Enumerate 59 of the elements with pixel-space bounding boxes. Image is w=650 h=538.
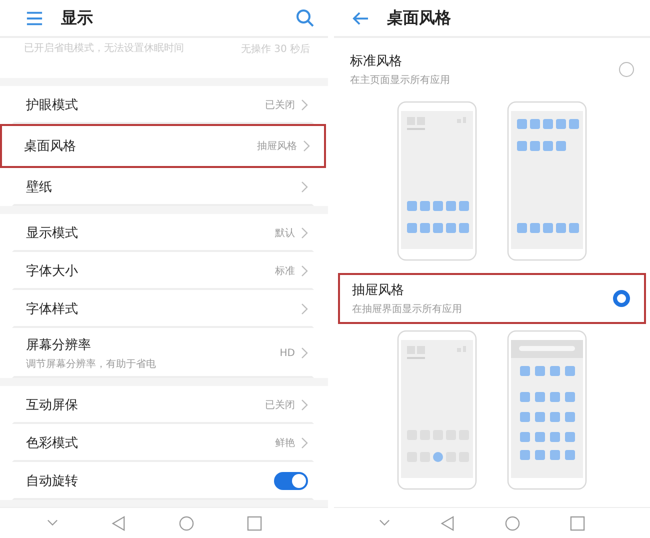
chevron-right-icon [301, 437, 308, 449]
style-option[interactable]: 抽屉风格 在抽屉界面显示所有应用 [338, 273, 646, 324]
settings-row[interactable]: 字体样式 [12, 290, 314, 328]
row-value: 抽屉风格 [257, 140, 297, 153]
settings-row[interactable]: 色彩模式 鲜艳 [12, 424, 314, 462]
settings-row[interactable]: 互动屏保 已关闭 [12, 386, 314, 424]
home-icon[interactable] [505, 516, 520, 530]
option-title: 抽屉风格 [352, 282, 405, 299]
row-label: 色彩模式 [26, 435, 79, 452]
row-value: 已关闭 [265, 98, 295, 112]
settings-row[interactable]: 桌面风格 抽屉风格 [0, 124, 326, 168]
row-value: HD [280, 348, 295, 358]
screen-title: 桌面风格 [387, 8, 451, 28]
settings-row[interactable]: 自动旋转 [12, 462, 314, 500]
chevron-down-icon[interactable] [46, 519, 58, 527]
home-icon[interactable] [178, 516, 194, 530]
option-title: 标准风格 [350, 53, 403, 70]
radio-button[interactable] [613, 290, 630, 307]
settings-row[interactable]: 显示模式 默认 [12, 214, 314, 252]
row-label: 字体样式 [26, 301, 79, 318]
row-label: 显示模式 [26, 225, 79, 242]
back-icon[interactable] [440, 516, 455, 530]
settings-row[interactable]: 壁纸 [12, 168, 314, 206]
row-label: 自动旋转 [26, 473, 79, 490]
chevron-right-icon [303, 140, 310, 152]
chevron-right-icon [301, 99, 308, 111]
option-subtitle: 在抽屉界面显示所有应用 [352, 302, 463, 316]
screen-title: 显示 [61, 8, 93, 28]
option-subtitle: 在主页面显示所有应用 [350, 74, 451, 87]
radio-button[interactable] [619, 62, 634, 77]
style-option[interactable]: 标准风格 在主页面显示所有应用 [334, 44, 650, 95]
back-icon[interactable] [110, 516, 126, 530]
row-label: 屏幕分辨率 [26, 336, 92, 354]
row-subtitle: 调节屏幕分辨率，有助于省电 [26, 358, 157, 370]
row-value: 鲜艳 [275, 437, 295, 450]
chevron-down-icon[interactable] [379, 519, 390, 527]
row-value: 标准 [275, 264, 295, 278]
chevron-right-icon [301, 181, 308, 193]
row-label: 护眼模式 [26, 97, 79, 114]
row-value: 已关闭 [265, 398, 295, 412]
chevron-right-icon [301, 399, 308, 411]
menu-icon[interactable] [26, 10, 43, 26]
chevron-right-icon [301, 265, 308, 277]
toggle-switch[interactable] [274, 472, 308, 490]
chevron-right-icon [301, 227, 308, 239]
row-value: 默认 [275, 227, 295, 240]
recents-icon[interactable] [570, 516, 585, 530]
chevron-right-icon [301, 303, 308, 315]
settings-row[interactable]: 护眼模式 已关闭 [12, 86, 314, 124]
row-label: 互动屏保 [26, 397, 79, 414]
back-arrow-icon[interactable] [352, 10, 369, 26]
row-label: 字体大小 [26, 263, 79, 280]
recents-icon[interactable] [246, 516, 262, 530]
settings-row[interactable]: 屏幕分辨率 调节屏幕分辨率，有助于省电 HD [12, 328, 314, 378]
chevron-right-icon [301, 347, 308, 359]
row-label: 壁纸 [26, 179, 53, 196]
settings-row[interactable]: 字体大小 标准 [12, 252, 314, 290]
row-label: 桌面风格 [24, 138, 77, 155]
search-icon[interactable] [296, 9, 314, 27]
